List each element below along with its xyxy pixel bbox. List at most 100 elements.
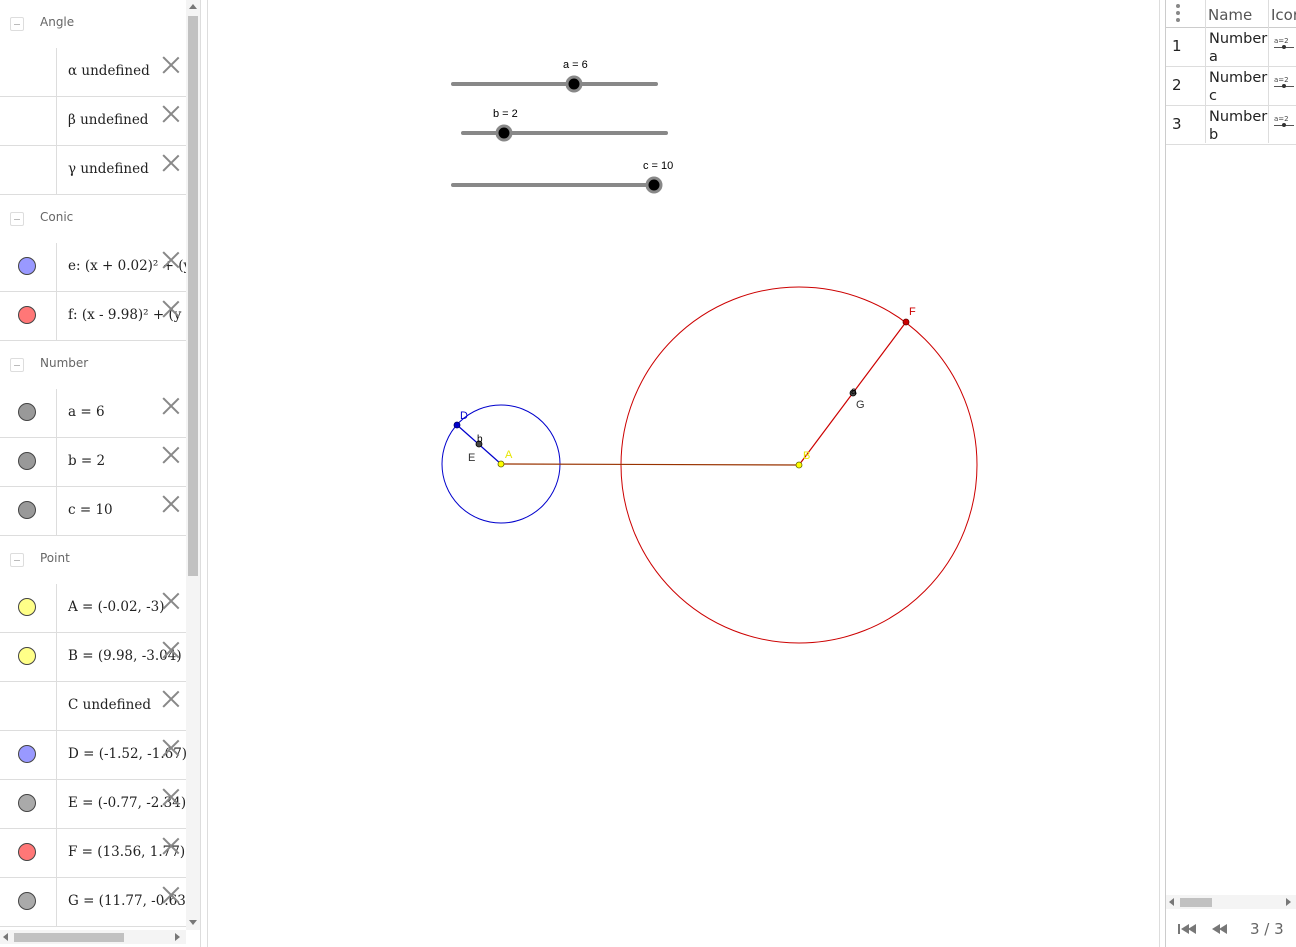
algebra-item[interactable]: b = 2	[0, 438, 186, 487]
algebra-item[interactable]: D = (-1.52, -1.67)	[0, 731, 186, 780]
scroll-right-icon[interactable]	[1286, 898, 1291, 906]
slider-a[interactable]: a = 6	[451, 59, 658, 93]
slider-c[interactable]: c = 10	[451, 160, 673, 194]
delete-icon[interactable]	[162, 886, 180, 904]
algebra-item[interactable]: A = (-0.02, -3)	[0, 584, 186, 633]
algebra-expression[interactable]: β undefined	[68, 112, 148, 128]
scroll-left-icon[interactable]	[1169, 898, 1174, 906]
delete-icon[interactable]	[162, 495, 180, 513]
collapse-icon[interactable]	[10, 553, 24, 567]
algebra-horizontal-scrollbar[interactable]	[0, 930, 186, 944]
table-row[interactable]: 2 Number c a=2	[1166, 67, 1296, 106]
row-name[interactable]: Number a	[1209, 30, 1269, 66]
algebra-expression[interactable]: α undefined	[68, 63, 150, 79]
visibility-toggle[interactable]	[0, 48, 57, 96]
visibility-toggle[interactable]	[0, 292, 57, 340]
table-row[interactable]: 3 Number b a=2	[1166, 106, 1296, 145]
delete-icon[interactable]	[162, 105, 180, 123]
delete-icon[interactable]	[162, 56, 180, 74]
visibility-marble-icon[interactable]	[18, 745, 36, 763]
delete-icon[interactable]	[162, 837, 180, 855]
graphics-canvas[interactable]: a = 6 b = 2 c = 10 D b E A B F a G	[208, 0, 1159, 947]
point-b[interactable]	[795, 461, 803, 469]
visibility-marble-icon[interactable]	[18, 843, 36, 861]
scroll-thumb[interactable]	[14, 933, 124, 942]
visibility-marble-icon[interactable]	[18, 257, 36, 275]
algebra-item[interactable]: a = 6	[0, 389, 186, 438]
column-header-icon[interactable]: Icor	[1271, 6, 1296, 24]
segment-ab[interactable]	[500, 463, 800, 466]
scroll-up-icon[interactable]	[189, 4, 197, 9]
visibility-marble-icon[interactable]	[18, 647, 36, 665]
algebra-item[interactable]: E = (-0.77, -2.34)	[0, 780, 186, 829]
visibility-toggle[interactable]	[0, 780, 57, 828]
visibility-marble-icon[interactable]	[18, 403, 36, 421]
visibility-toggle[interactable]	[0, 682, 57, 730]
algebra-item[interactable]: F = (13.56, 1.77)	[0, 829, 186, 878]
column-header-name[interactable]: Name	[1208, 6, 1252, 24]
delete-icon[interactable]	[162, 592, 180, 610]
algebra-item[interactable]: C undefined	[0, 682, 186, 731]
point-f[interactable]	[902, 318, 910, 326]
algebra-expression[interactable]: A = (-0.02, -3)	[68, 599, 165, 615]
visibility-toggle[interactable]	[0, 633, 57, 681]
algebra-expression[interactable]: c = 10	[68, 502, 113, 518]
collapse-icon[interactable]	[10, 17, 24, 31]
visibility-marble-icon[interactable]	[18, 306, 36, 324]
delete-icon[interactable]	[162, 251, 180, 269]
point-d[interactable]	[453, 421, 461, 429]
delete-icon[interactable]	[162, 300, 180, 318]
delete-icon[interactable]	[162, 446, 180, 464]
algebra-item[interactable]: γ undefined	[0, 146, 186, 195]
algebra-item[interactable]: β undefined	[0, 97, 186, 146]
collapse-icon[interactable]	[10, 358, 24, 372]
graphics-view[interactable]: a = 6 b = 2 c = 10 D b E A B F a G	[207, 0, 1160, 947]
previous-page-icon[interactable]	[1212, 922, 1232, 936]
point-a[interactable]	[497, 460, 505, 468]
slider-b[interactable]: b = 2	[461, 108, 668, 142]
algebra-item[interactable]: e: (x + 0.02)² + (y	[0, 243, 186, 292]
first-page-icon[interactable]	[1178, 922, 1198, 936]
row-name[interactable]: Number c	[1209, 69, 1269, 105]
delete-icon[interactable]	[162, 154, 180, 172]
algebra-item[interactable]: f: (x - 9.98)² + (y +	[0, 292, 186, 341]
visibility-toggle[interactable]	[0, 389, 57, 437]
visibility-toggle[interactable]	[0, 731, 57, 779]
scroll-thumb[interactable]	[1180, 898, 1212, 907]
algebra-expression[interactable]: γ undefined	[68, 161, 149, 177]
visibility-marble-icon[interactable]	[18, 794, 36, 812]
slider-handle[interactable]	[565, 75, 583, 93]
algebra-item[interactable]: G = (11.77, -0.63)	[0, 878, 186, 927]
collapse-icon[interactable]	[10, 212, 24, 226]
delete-icon[interactable]	[162, 397, 180, 415]
delete-icon[interactable]	[162, 690, 180, 708]
more-vertical-icon[interactable]	[1176, 4, 1180, 22]
scroll-down-icon[interactable]	[189, 920, 197, 925]
visibility-toggle[interactable]	[0, 878, 57, 926]
slider-handle[interactable]	[645, 176, 663, 194]
visibility-toggle[interactable]	[0, 243, 57, 291]
visibility-toggle[interactable]	[0, 97, 57, 145]
algebra-item[interactable]: α undefined	[0, 48, 186, 97]
visibility-marble-icon[interactable]	[18, 892, 36, 910]
algebra-expression[interactable]: b = 2	[68, 453, 105, 469]
algebra-item[interactable]: c = 10	[0, 487, 186, 536]
delete-icon[interactable]	[162, 739, 180, 757]
visibility-toggle[interactable]	[0, 829, 57, 877]
visibility-toggle[interactable]	[0, 438, 57, 486]
delete-icon[interactable]	[162, 788, 180, 806]
algebra-vertical-scrollbar[interactable]	[186, 0, 200, 930]
algebra-expression[interactable]: a = 6	[68, 404, 105, 420]
scroll-thumb[interactable]	[188, 16, 198, 576]
table-row[interactable]: 1 Number a a=2	[1166, 28, 1296, 67]
visibility-marble-icon[interactable]	[18, 598, 36, 616]
algebra-item[interactable]: B = (9.98, -3.04)	[0, 633, 186, 682]
visibility-toggle[interactable]	[0, 487, 57, 535]
scroll-right-icon[interactable]	[175, 933, 180, 941]
scroll-left-icon[interactable]	[3, 933, 8, 941]
algebra-expression[interactable]: C undefined	[68, 697, 151, 713]
slider-handle[interactable]	[495, 124, 513, 142]
visibility-toggle[interactable]	[0, 146, 57, 194]
delete-icon[interactable]	[162, 641, 180, 659]
row-name[interactable]: Number b	[1209, 108, 1269, 144]
